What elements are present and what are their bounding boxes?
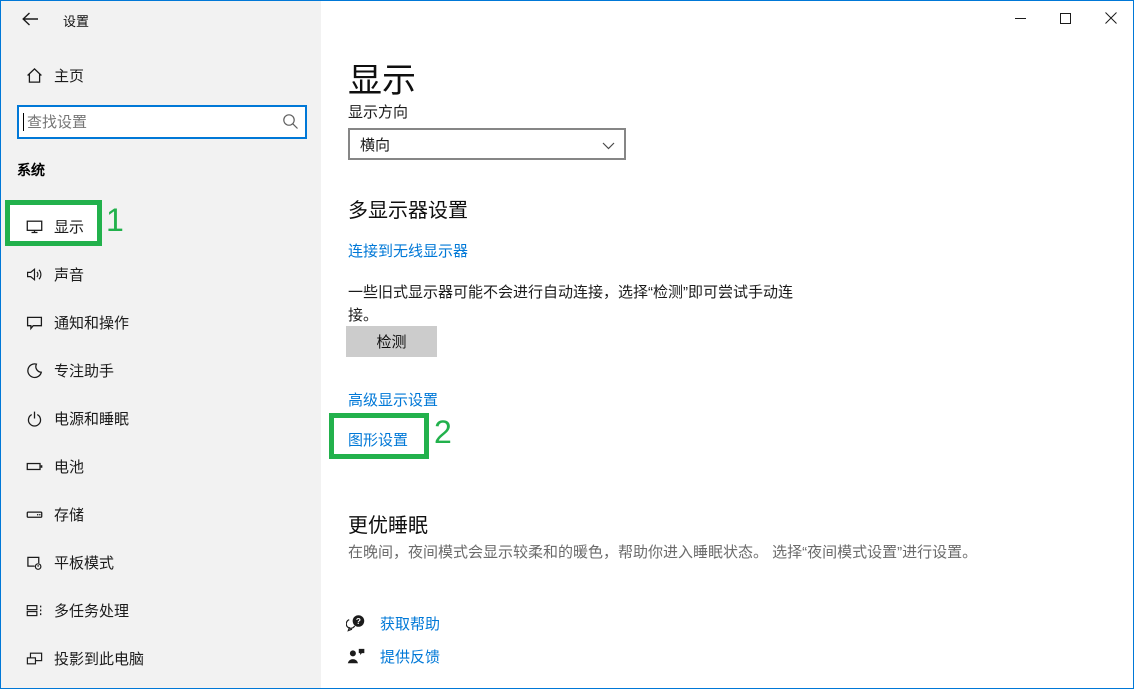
sidebar-item-display[interactable]: 显示 [1,202,321,250]
app-title: 设置 [63,11,89,30]
sidebar-item-label: 多任务处理 [54,600,129,621]
sidebar-item-sound[interactable]: 声音 [1,250,321,298]
annotation-step-2-number: 2 [434,414,452,451]
sidebar-item-projecting[interactable]: 投影到此电脑 [1,634,321,682]
back-button[interactable] [16,7,44,31]
feedback-link[interactable]: 提供反馈 [346,644,440,668]
page-title: 显示 [348,53,416,102]
sidebar-item-label: 声音 [54,264,84,285]
sidebar-item-label: 投影到此电脑 [54,648,144,669]
chevron-down-icon [602,142,615,150]
search-icon[interactable] [282,113,299,130]
close-icon [1105,12,1117,24]
orientation-label: 显示方向 [348,101,408,122]
main-pane: 显示 显示方向 横向 多显示器设置 连接到无线显示器 一些旧式显示器可能不会进行… [321,1,1133,688]
get-help-link[interactable]: ? 获取帮助 [346,611,440,635]
multitasking-icon [26,602,43,619]
feedback-label: 提供反馈 [380,646,440,667]
back-arrow-icon [22,11,39,27]
window-controls [998,1,1133,35]
notifications-icon [26,314,43,331]
sidebar: 设置 主页 系统 1 显示 [1,1,321,688]
close-button[interactable] [1088,1,1133,35]
graphics-settings-link[interactable]: 图形设置 [348,429,408,450]
settings-window: 设置 主页 系统 1 显示 [0,0,1134,689]
search-box[interactable] [17,105,307,139]
detect-button[interactable]: 检测 [346,326,437,357]
sidebar-item-tablet-mode[interactable]: 平板模式 [1,538,321,586]
focus-assist-icon [26,362,43,379]
text-caret [23,113,24,131]
sidebar-item-focus-assist[interactable]: 专注助手 [1,346,321,394]
maximize-icon [1060,13,1071,24]
night-light-heading: 更优睡眠 [348,509,428,538]
detect-description: 一些旧式显示器可能不会进行自动连接，选择“检测”即可尝试手动连 接。 [348,281,793,327]
minimize-button[interactable] [998,1,1043,35]
maximize-button[interactable] [1043,1,1088,35]
sidebar-item-label: 主页 [54,65,84,86]
orientation-dropdown[interactable]: 横向 [348,128,626,160]
storage-icon [26,506,43,523]
night-light-description: 在晚间，夜间模式会显示较柔和的暖色，帮助你进入睡眠状态。 选择“夜间模式设置”进… [348,541,977,562]
sidebar-item-label: 电源和睡眠 [54,408,129,429]
sound-icon [26,266,43,283]
home-icon [26,67,43,84]
sidebar-item-notifications[interactable]: 通知和操作 [1,298,321,346]
advanced-display-link[interactable]: 高级显示设置 [348,389,438,410]
sidebar-item-label: 电池 [54,456,84,477]
sidebar-item-power-sleep[interactable]: 电源和睡眠 [1,394,321,442]
battery-icon [26,458,43,475]
sidebar-item-label: 通知和操作 [54,312,129,333]
sidebar-item-label: 存储 [54,504,84,525]
sidebar-item-multitasking[interactable]: 多任务处理 [1,586,321,634]
annotation-step-1-number: 1 [106,202,124,239]
power-icon [26,410,43,427]
project-to-pc-icon [26,650,43,667]
multi-display-heading: 多显示器设置 [348,194,468,223]
search-input[interactable] [17,105,307,139]
tablet-mode-icon [26,554,43,571]
display-icon [26,218,43,235]
sidebar-item-label: 平板模式 [54,552,114,573]
sidebar-item-storage[interactable]: 存储 [1,490,321,538]
wireless-display-link[interactable]: 连接到无线显示器 [348,240,468,261]
section-header-system: 系统 [17,160,45,180]
sidebar-item-battery[interactable]: 电池 [1,442,321,490]
sidebar-item-label: 显示 [54,216,84,237]
feedback-icon [346,646,366,666]
svg-text:?: ? [356,616,361,626]
sidebar-item-label: 专注助手 [54,360,114,381]
orientation-value: 横向 [360,134,390,155]
get-help-icon: ? [346,613,366,633]
sidebar-item-home[interactable]: 主页 [1,61,321,89]
get-help-label: 获取帮助 [380,613,440,634]
sidebar-nav: 显示 声音 通知和操作 专注助手 [1,202,321,682]
minimize-icon [1015,13,1026,24]
